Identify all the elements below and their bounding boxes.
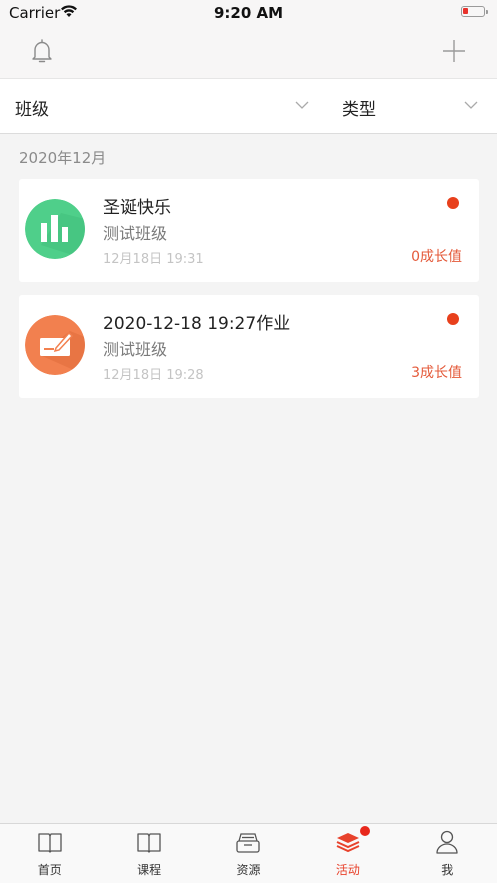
course-book-icon — [137, 833, 161, 853]
month-section-header: 2020年12月 — [19, 149, 107, 167]
growth-value: 0成长值 — [411, 249, 462, 265]
plus-icon[interactable] — [442, 39, 466, 63]
chevron-down-icon — [464, 101, 478, 109]
growth-value: 3成长值 — [411, 365, 462, 381]
class-filter-label: 班级 — [15, 100, 49, 120]
activity-title: 2020-12-18 19:27作业 — [103, 314, 291, 334]
activity-class: 测试班级 — [103, 224, 168, 243]
tab-activities[interactable]: 活动 — [298, 824, 397, 882]
person-icon — [436, 830, 458, 854]
tab-home[interactable]: 首页 — [0, 824, 99, 882]
tab-courses[interactable]: 课程 — [99, 824, 198, 882]
tab-label: 活动 — [335, 863, 360, 877]
activity-date: 12月18日 19:31 — [103, 252, 204, 267]
tab-me[interactable]: 我 — [398, 824, 497, 882]
book-icon — [38, 833, 62, 853]
chevron-down-icon — [295, 101, 309, 109]
tab-bar: 首页 课程 资源 活动 我 — [0, 823, 497, 883]
tab-label: 课程 — [137, 863, 162, 877]
activity-card[interactable]: 圣诞快乐 测试班级 12月18日 19:31 0成长值 — [19, 179, 479, 282]
status-time: 9:20 AM — [213, 4, 284, 22]
archive-icon — [236, 833, 261, 853]
unread-dot — [447, 197, 459, 209]
type-filter-label: 类型 — [342, 100, 376, 120]
notification-badge — [360, 826, 371, 836]
class-filter[interactable]: 班级 — [0, 79, 325, 133]
bar-chart-icon — [25, 199, 85, 259]
top-bar: Carrier 9:20 AM — [0, 0, 497, 78]
activity-title: 圣诞快乐 — [103, 198, 171, 218]
tab-label: 资源 — [236, 863, 261, 877]
stack-icon — [336, 833, 360, 853]
bell-icon[interactable] — [30, 38, 54, 64]
status-bar: Carrier 9:20 AM — [0, 0, 497, 26]
unread-dot — [447, 313, 459, 325]
tab-label: 我 — [441, 863, 454, 877]
type-filter[interactable]: 类型 — [325, 79, 497, 133]
filter-bar: 班级 类型 — [0, 78, 497, 134]
activity-class: 测试班级 — [103, 340, 168, 359]
activity-card[interactable]: 2020-12-18 19:27作业 测试班级 12月18日 19:28 3成长… — [19, 295, 479, 398]
tab-label: 首页 — [37, 863, 62, 877]
battery-icon — [461, 6, 488, 17]
tab-resources[interactable]: 资源 — [199, 824, 298, 882]
activity-date: 12月18日 19:28 — [103, 368, 204, 383]
homework-icon — [25, 315, 85, 375]
